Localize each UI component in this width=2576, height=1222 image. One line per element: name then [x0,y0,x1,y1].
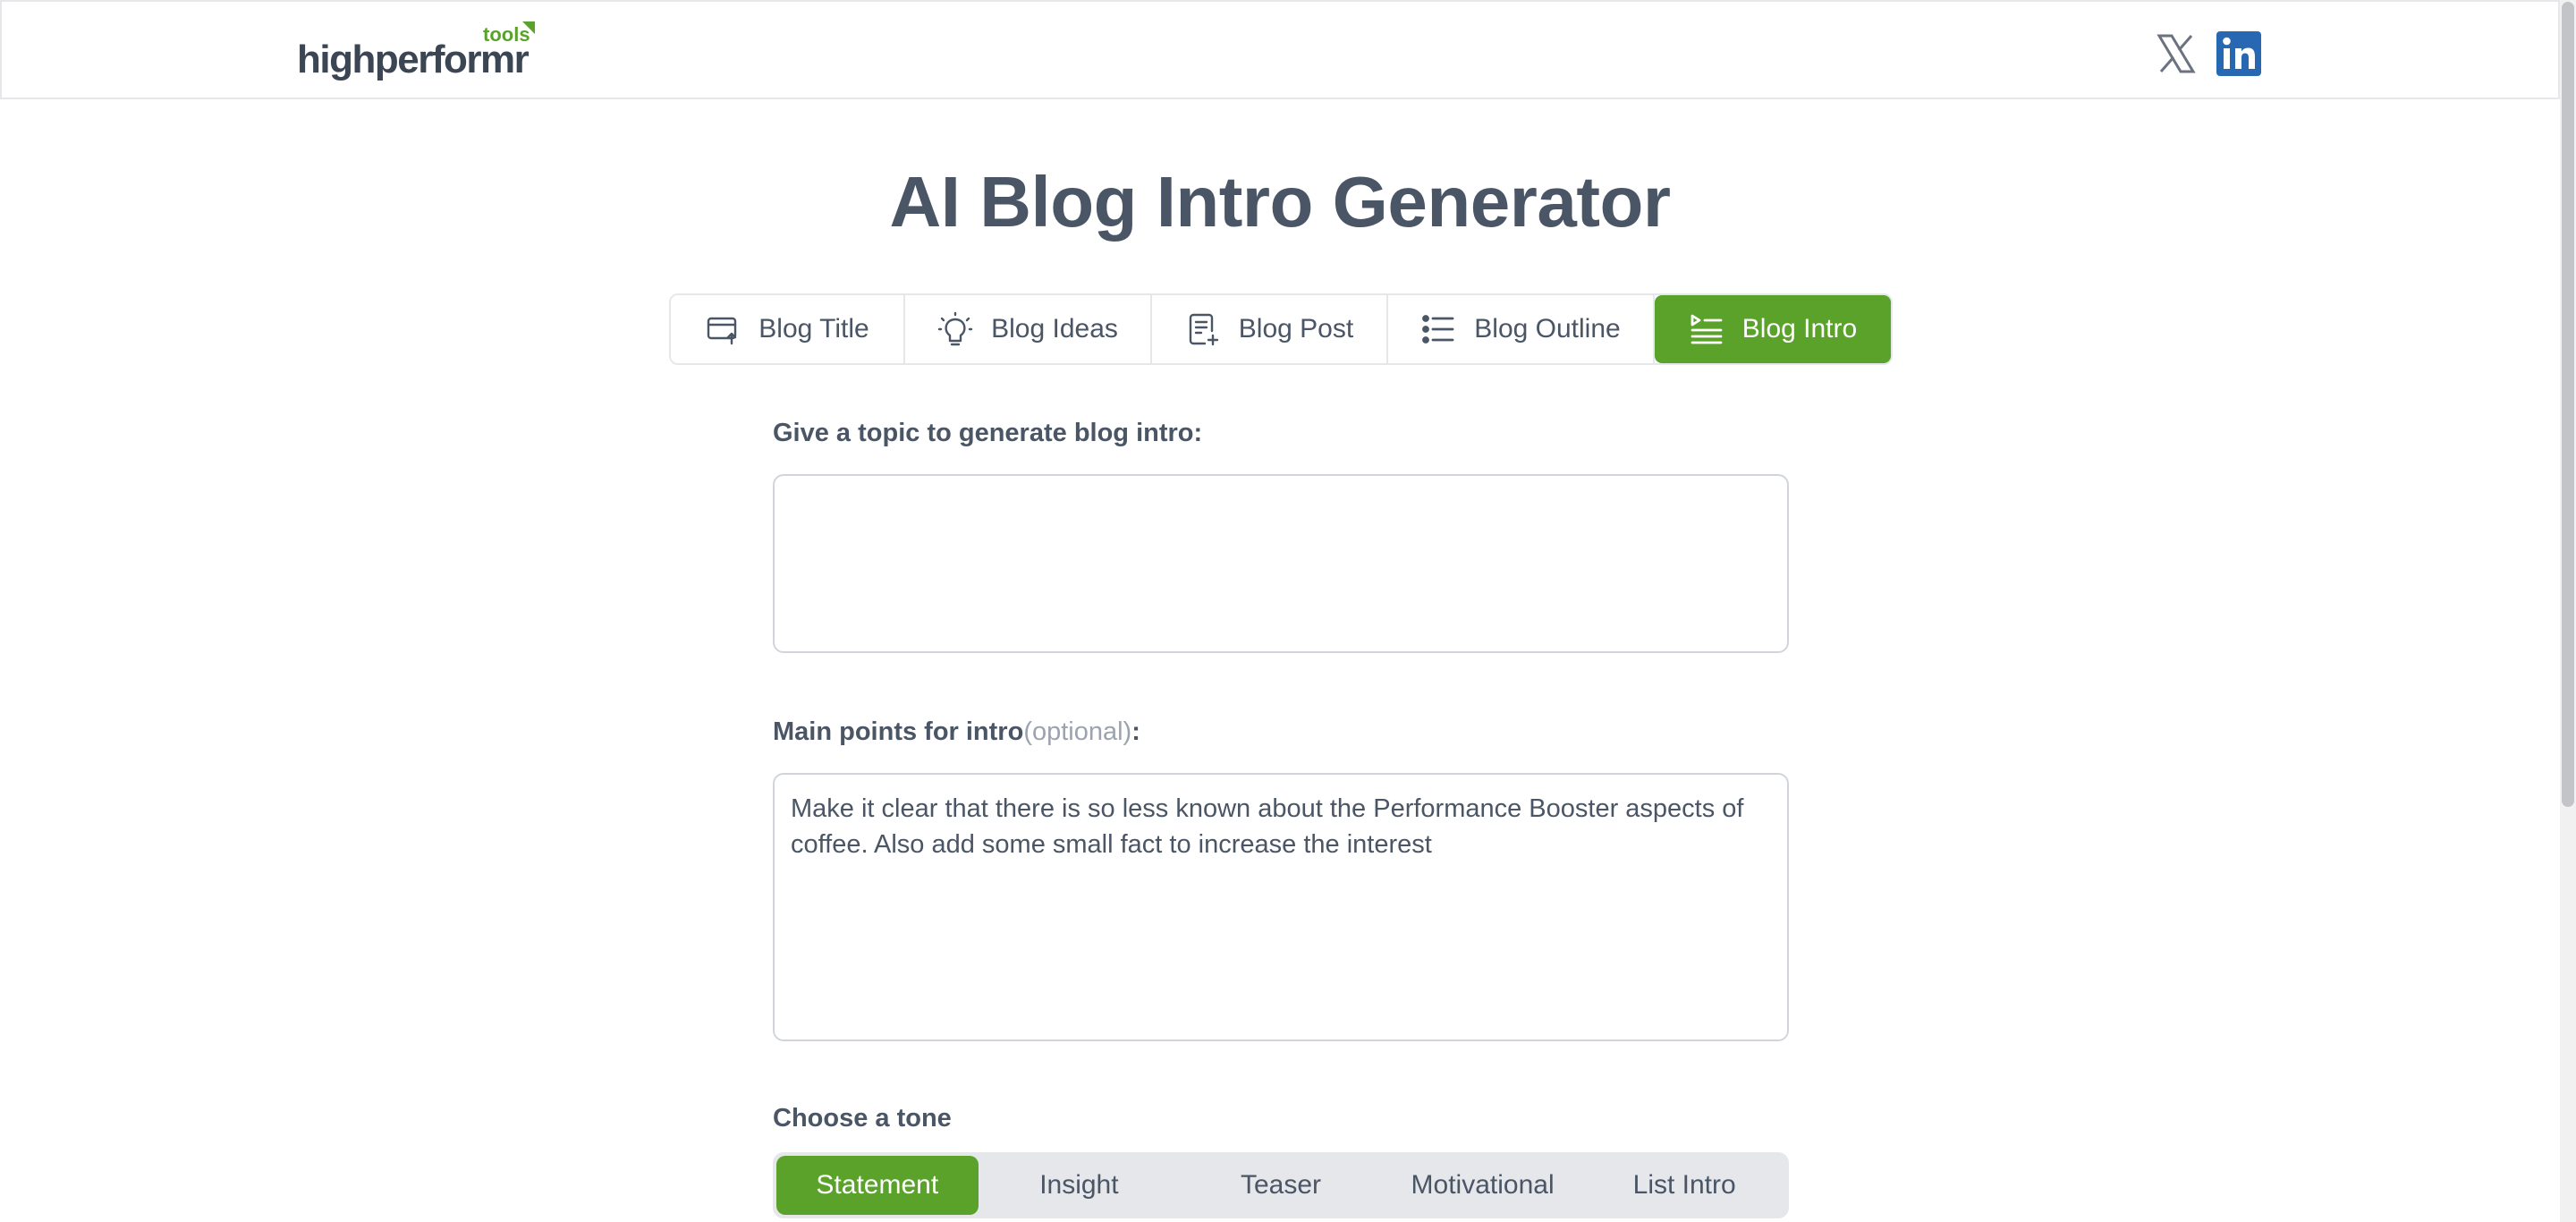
optional-hint: (optional) [1023,717,1132,746]
tab-label: Blog Intro [1741,314,1858,344]
tab-label: Blog Outline [1474,314,1621,344]
tab-blog-outline[interactable]: Blog Outline [1388,295,1655,363]
tone-option-teaser[interactable]: Teaser [1180,1156,1382,1215]
tool-tabs: Blog Title Blog Ideas Blog Post Blog Out… [669,293,1893,365]
topic-textarea[interactable] [773,474,1789,653]
tone-option-motivational[interactable]: Motivational [1382,1156,1584,1215]
tone-option-insight[interactable]: Insight [979,1156,1181,1215]
lightbulb-icon [937,311,973,346]
linkedin-icon[interactable] [2216,31,2261,76]
logo-corner-mark [522,21,535,34]
tab-label: Blog Post [1238,314,1354,344]
topic-label: Give a topic to generate blog intro: [773,419,1203,447]
tab-blog-intro[interactable]: Blog Intro [1655,295,1891,363]
main-points-label: Main points for intro(optional): [773,717,1140,747]
tab-blog-title[interactable]: Blog Title [671,295,905,363]
label-colon: : [1131,717,1140,746]
x-icon[interactable] [2154,31,2199,76]
tone-option-list-intro[interactable]: List Intro [1583,1156,1785,1215]
logo-text: highperformr [297,38,530,81]
main-points-label-text: Main points for intro [773,717,1024,746]
tone-label: Choose a tone [773,1104,952,1133]
card-upload-icon [708,317,737,345]
top-navigation-bar: tools highperformr [0,0,2560,99]
tab-label: Blog Title [758,314,869,344]
tab-blog-post[interactable]: Blog Post [1152,295,1388,363]
highperformr-logo[interactable]: tools highperformr [297,21,538,81]
page-title: AI Blog Intro Generator [889,162,1672,242]
tone-selector: Statement Insight Teaser Motivational Li… [773,1152,1789,1218]
tone-option-statement[interactable]: Statement [776,1156,979,1215]
tab-blog-ideas[interactable]: Blog Ideas [905,295,1152,363]
main-points-textarea[interactable]: Make it clear that there is so less know… [773,773,1789,1041]
document-plus-icon [1189,313,1218,346]
tab-label: Blog Ideas [991,314,1118,344]
scrollbar-thumb[interactable] [2562,2,2574,807]
list-play-icon [1690,314,1723,344]
list-icon [1422,315,1454,344]
